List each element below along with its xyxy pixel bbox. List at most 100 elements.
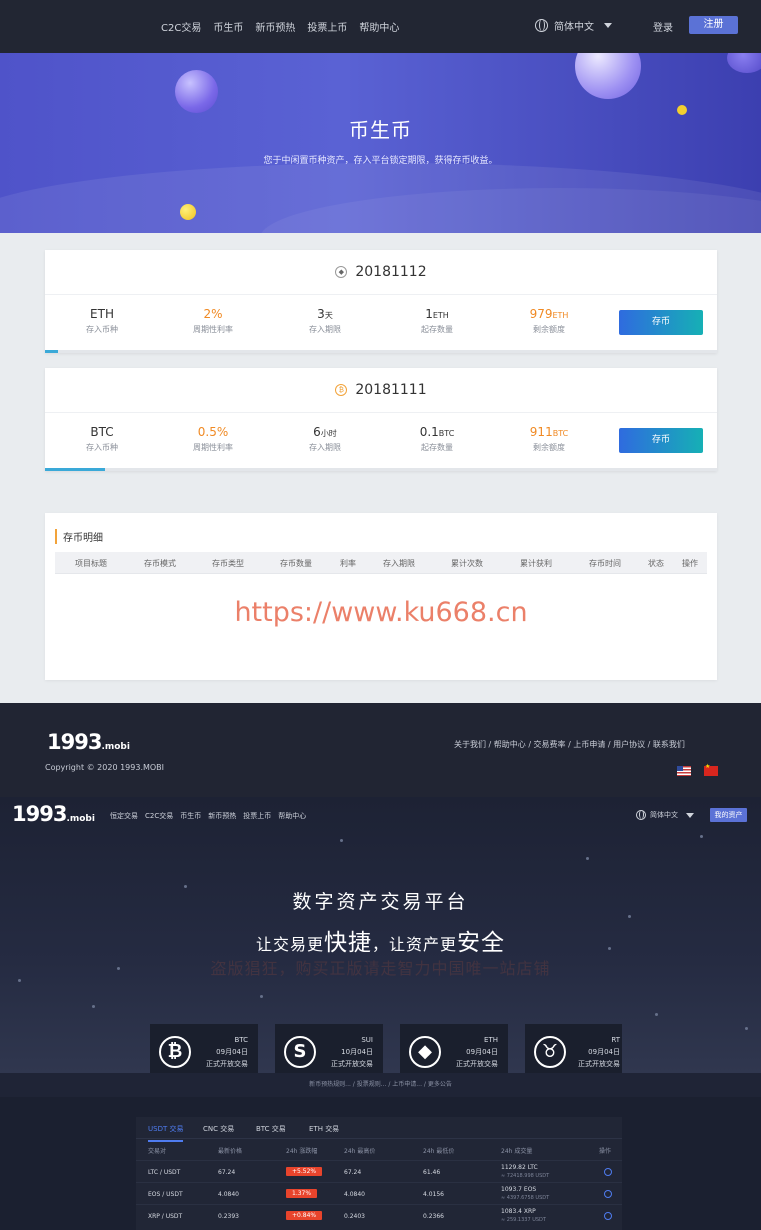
sui-icon: S <box>284 1036 316 1068</box>
rate-value: 2% <box>203 307 223 321</box>
exchange-nav-link[interactable]: 恒定交易 <box>110 811 138 821</box>
tab-btc[interactable]: BTC 交易 <box>256 1124 286 1134</box>
us-flag-icon[interactable] <box>677 766 691 776</box>
nav-link-c2c[interactable]: C2C交易 <box>161 19 201 34</box>
column-header: 存币时间 <box>589 559 621 568</box>
remaining-cell: 911BTC 剩余额度 <box>494 425 604 453</box>
coin-launch-info: ETH 09月04日 正式开放交易 <box>456 1036 498 1068</box>
market-row[interactable]: LTC / USDT 67.24 +5.52% 67.24 61.46 1129… <box>136 1160 622 1182</box>
min-amount-value: 1ETH <box>425 307 449 321</box>
progress-bar <box>45 468 717 471</box>
page-subtitle: 您于中闲置币种资产，存入平台锁定期限，获得存币收益。 <box>263 156 498 166</box>
column-header: 累计获利 <box>520 559 552 568</box>
coin-launch-card[interactable]: ₿ BTC 09月04日 正式开放交易 <box>150 1024 258 1076</box>
deposit-button[interactable]: 存币 <box>619 310 703 335</box>
column-header: 交易对 <box>148 1148 167 1155</box>
footer-logo[interactable]: 1993.mobi <box>47 730 130 754</box>
footer-links[interactable]: 关于我们 / 帮助中心 / 交易费率 / 上币申请 / 用户协议 / 联系我们 <box>454 739 685 750</box>
chevron-down-icon <box>686 812 694 818</box>
market-tabs: USDT 交易 CNC 交易 BTC 交易 ETH 交易 <box>136 1117 622 1142</box>
deposit-detail-panel: 存币明细 项目标题 存币模式 存币类型 存币数量 利率 存入期限 累计次数 累计… <box>45 513 717 680</box>
nav-link-vote[interactable]: 投票上币 <box>307 19 347 34</box>
china-flag-icon[interactable] <box>704 763 718 776</box>
change-badge: +0.84% <box>286 1211 323 1220</box>
remaining-cell: 979ETH 剩余额度 <box>494 307 604 335</box>
language-label: 简体中文 <box>554 22 594 33</box>
faded-notice-text: 盗版猖狂，购买正版请走智力中国唯一站店铺 <box>210 959 551 978</box>
register-button[interactable]: 注册 <box>689 16 738 34</box>
exchange-logo[interactable]: 1993.mobi <box>12 802 95 826</box>
column-header: 24h 最低价 <box>423 1148 455 1155</box>
column-header: 最新价格 <box>218 1148 243 1155</box>
product-card-body: ETH 存入币种 2% 周期性利率 3天 存入期限 1ETH 起存数量 979E… <box>45 295 717 353</box>
column-header: 存币模式 <box>144 559 176 568</box>
nav-link-coin-to-coin[interactable]: 币生币 <box>213 19 243 34</box>
column-header: 存币数量 <box>280 559 312 568</box>
tab-eth[interactable]: ETH 交易 <box>309 1124 339 1134</box>
deposit-button[interactable]: 存币 <box>619 428 703 453</box>
product-card-body: BTC 存入币种 0.5% 周期性利率 6小时 存入期限 0.1BTC 起存数量… <box>45 413 717 471</box>
market-row[interactable]: XRP / USDT 0.2393 +0.84% 0.2403 0.2366 1… <box>136 1204 622 1226</box>
bitcoin-icon: ₿ <box>335 384 348 396</box>
exchange-nav: 1993.mobi 恒定交易 C2C交易 币生币 新币预热 投票上币 帮助中心 … <box>0 797 761 833</box>
tab-usdt[interactable]: USDT 交易 <box>148 1124 184 1142</box>
bitcoin-icon: ₿ <box>159 1036 191 1068</box>
product-card-header: ◆ 20181112 <box>45 250 717 295</box>
bull-icon: ♉ <box>534 1036 566 1068</box>
check-icon[interactable] <box>604 1168 612 1176</box>
tab-cnc[interactable]: CNC 交易 <box>203 1124 234 1134</box>
last-price: 0.2393 <box>218 1213 239 1220</box>
nav-link-new-coin[interactable]: 新币预热 <box>255 19 295 34</box>
language-selector[interactable]: 简体中文 <box>535 18 612 33</box>
remaining-label: 剩余额度 <box>533 325 565 334</box>
exchange-nav-link[interactable]: 币生币 <box>180 811 201 821</box>
last-price: 67.24 <box>218 1169 236 1176</box>
high-price: 67.24 <box>344 1169 362 1176</box>
coin-launch-card[interactable]: S SUI 10月04日 正式开放交易 <box>275 1024 383 1076</box>
exchange-nav-link[interactable]: 帮助中心 <box>278 811 306 821</box>
decorative-orb <box>727 53 761 73</box>
section-title: 存币明细 <box>55 529 103 544</box>
nav-links: C2C交易 币生币 新币预热 投票上币 帮助中心 <box>161 19 399 34</box>
globe-icon <box>636 810 646 820</box>
volume: 1129.82 LTC ≈ 72418.998 USDT <box>501 1164 550 1179</box>
period-value: 6小时 <box>313 425 337 439</box>
high-price: 0.2403 <box>344 1213 365 1220</box>
change-badge: +5.52% <box>286 1167 323 1176</box>
column-header: 存入期限 <box>383 559 415 568</box>
announcement-bar[interactable]: 新币预热规则... / 投票规则... / 上币申请... / 更多公告 <box>0 1073 761 1097</box>
period-cell: 6小时 存入期限 <box>270 425 380 453</box>
product-card: ◆ 20181112 ETH 存入币种 2% 周期性利率 3天 存入期限 1ET… <box>45 250 717 353</box>
ethereum-icon: ◆ <box>409 1036 441 1068</box>
rate-label: 周期性利率 <box>193 325 233 334</box>
chevron-down-icon <box>604 23 612 28</box>
currency-value: BTC <box>90 425 114 439</box>
decorative-orb <box>575 53 641 99</box>
hero-banner: 币生币 您于中闲置币种资产，存入平台锁定期限，获得存币收益。 <box>0 53 761 233</box>
my-assets-button[interactable]: 我的资产 <box>710 808 747 822</box>
exchange-slogan: 让交易更快捷，让资产更安全 <box>255 930 506 956</box>
product-name: 20181112 <box>355 264 427 280</box>
exchange-nav-link[interactable]: C2C交易 <box>145 811 173 821</box>
exchange-language-selector[interactable]: 简体中文 <box>636 810 694 820</box>
product-name: 20181111 <box>355 382 427 398</box>
rate-cell: 0.5% 周期性利率 <box>158 425 268 453</box>
coin-launch-card[interactable]: ♉ RT 09月04日 正式开放交易 <box>525 1024 622 1076</box>
login-link[interactable]: 登录 <box>653 19 673 34</box>
check-icon[interactable] <box>604 1212 612 1220</box>
column-header: 操作 <box>682 559 698 568</box>
exchange-nav-link[interactable]: 新币预热 <box>208 811 236 821</box>
check-icon[interactable] <box>604 1190 612 1198</box>
currency-cell: BTC 存入币种 <box>47 425 157 453</box>
remaining-value: 911BTC <box>529 425 569 439</box>
language-label: 简体中文 <box>650 811 678 819</box>
column-header: 24h 成交量 <box>501 1148 533 1155</box>
market-row[interactable]: EOS / USDT 4.0840 1.37% 4.0840 4.0156 10… <box>136 1182 622 1204</box>
exchange-nav-link[interactable]: 投票上币 <box>243 811 271 821</box>
coin-launch-card[interactable]: ◆ ETH 09月04日 正式开放交易 <box>400 1024 508 1076</box>
min-amount-cell: 0.1BTC 起存数量 <box>382 425 492 453</box>
progress-fill <box>45 350 59 353</box>
nav-link-help[interactable]: 帮助中心 <box>359 19 399 34</box>
change-badge: 1.37% <box>286 1189 318 1198</box>
decorative-orb <box>175 70 218 113</box>
